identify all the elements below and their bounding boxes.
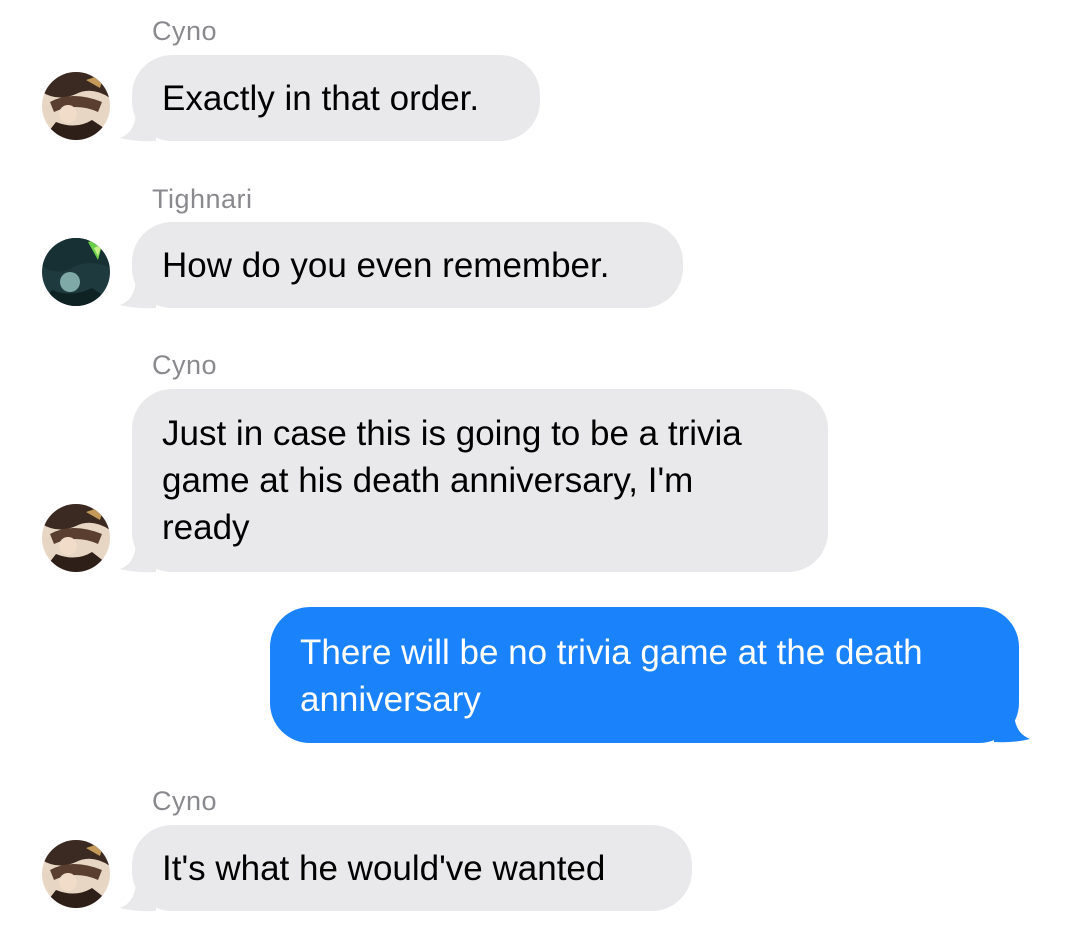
bubble-tail: [120, 277, 156, 309]
tighnari-avatar-icon[interactable]: [42, 238, 110, 306]
bubble-tail: [120, 110, 156, 142]
message-text: It's what he would've wanted: [162, 849, 606, 888]
message-text: How do you even remember.: [162, 246, 610, 285]
bubble-tail: [120, 541, 156, 573]
message-bubble[interactable]: It's what he would've wanted: [132, 825, 692, 911]
bubble-tail: [120, 880, 156, 912]
sender-name: Tighnari: [152, 184, 253, 214]
sender-name: Cyno: [152, 786, 218, 816]
message-bubble[interactable]: Just in case this is going to be a trivi…: [132, 389, 828, 572]
cyno-avatar-icon[interactable]: [42, 72, 110, 140]
message-bubble[interactable]: Exactly in that order.: [132, 55, 540, 141]
cyno-avatar-icon[interactable]: [42, 840, 110, 908]
message-text: Exactly in that order.: [162, 79, 480, 118]
message-bubble[interactable]: How do you even remember.: [132, 222, 683, 308]
message-text: Just in case this is going to be a trivi…: [162, 414, 742, 547]
bubble-tail: [994, 711, 1030, 743]
message-text: There will be no trivia game at the deat…: [300, 633, 923, 719]
sender-name: Cyno: [152, 350, 218, 380]
cyno-avatar-icon[interactable]: [42, 504, 110, 572]
sender-name: Cyno: [152, 16, 218, 46]
message-bubble-outgoing[interactable]: There will be no trivia game at the deat…: [270, 607, 1019, 743]
